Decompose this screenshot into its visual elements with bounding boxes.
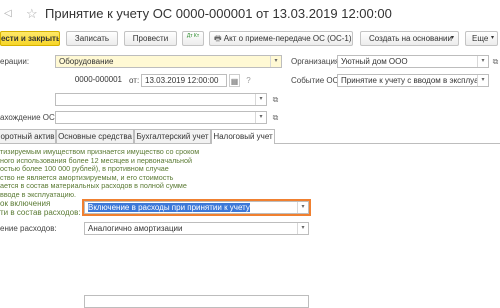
chevron-down-icon[interactable]: ▾: [297, 223, 308, 234]
chevron-down-icon[interactable]: ▾: [477, 75, 488, 86]
event-value: Принятие к учету с вводом в эксплуатацию: [341, 76, 489, 85]
print-act-label: Акт о приеме-передаче ОС (ОС-1): [223, 34, 352, 43]
tax-info-text: тизируемым имуществом признается имущест…: [0, 147, 200, 200]
post-button[interactable]: Провести: [124, 31, 177, 46]
expense-value: Аналогично амортизации: [88, 224, 183, 233]
tab-accounting[interactable]: Бухгалтерский учет: [134, 129, 211, 143]
number-value: 0000-000001: [74, 75, 122, 84]
dropdown-arrow-icon: ▾: [450, 35, 454, 41]
open-link-icon[interactable]: ⧉: [270, 93, 281, 106]
organization-select[interactable]: Уютный дом ООО ▾: [337, 55, 489, 68]
expense-label: ение расходов:: [0, 224, 57, 233]
chevron-down-icon[interactable]: ▾: [297, 202, 308, 213]
open-link-icon[interactable]: ⧉: [490, 55, 500, 68]
post-and-close-button[interactable]: ести и закрыть: [0, 31, 60, 46]
more-button[interactable]: Еще ▾: [465, 31, 498, 46]
tab-tax-accounting[interactable]: Налоговый учет: [211, 129, 275, 144]
responsible-select[interactable]: ▾: [55, 93, 267, 106]
tab-fixed-assets[interactable]: Основные средства: [56, 129, 134, 143]
create-based-on-label: Создать на основании: [369, 34, 452, 43]
operation-label: ерации:: [0, 57, 30, 66]
number-field[interactable]: 0000-000001: [55, 74, 125, 87]
create-based-on-button[interactable]: Создать на основании ▾: [360, 31, 459, 46]
date-field[interactable]: 13.03.2019 12:00:00: [141, 74, 227, 87]
order-label: ок включения ти в состав расходов:: [0, 199, 81, 217]
printer-icon: 🖶: [214, 34, 222, 43]
date-label: от:: [129, 76, 140, 85]
help-icon[interactable]: ?: [243, 74, 254, 87]
expense-select[interactable]: Аналогично амортизации ▾: [84, 222, 309, 235]
organization-value: Уютный дом ООО: [341, 57, 408, 66]
operation-select[interactable]: Оборудование ▾: [55, 55, 282, 68]
location-label: ахождение ОС:: [0, 113, 57, 122]
location-select[interactable]: ▾: [55, 111, 267, 124]
order-label-line: ок включения: [0, 199, 51, 208]
event-label: Событие ОС:: [291, 76, 341, 85]
open-link-icon[interactable]: ⧉: [270, 111, 281, 124]
tab-current-asset[interactable]: оротный актив: [0, 129, 56, 143]
dropdown-arrow-icon: ▾: [490, 35, 494, 41]
date-value: 13.03.2019 12:00:00: [145, 76, 219, 85]
operation-value: Оборудование: [59, 57, 114, 66]
event-select[interactable]: Принятие к учету с вводом в эксплуатацию…: [337, 74, 489, 87]
calendar-icon[interactable]: ▦: [229, 74, 240, 87]
chevron-down-icon[interactable]: ▾: [477, 56, 488, 67]
debit-credit-icon: Дт Кт: [186, 33, 200, 39]
bottom-field[interactable]: [84, 295, 309, 308]
back-arrow-icon[interactable]: ◁: [4, 8, 12, 19]
favorite-star-icon[interactable]: ☆: [26, 6, 38, 22]
page-title: Принятие к учету ОС 0000-000001 от 13.03…: [45, 6, 392, 21]
order-select[interactable]: Включение в расходы при принятии к учету…: [82, 199, 311, 216]
print-act-button[interactable]: 🖶 Акт о приеме-передаче ОС (ОС-1): [209, 31, 353, 46]
organization-label: Организация:: [291, 57, 342, 66]
chevron-down-icon[interactable]: ▾: [270, 56, 281, 67]
more-label: Еще: [472, 34, 489, 43]
order-label-line: ти в состав расходов:: [0, 208, 81, 217]
debit-credit-button[interactable]: Дт Кт: [182, 31, 204, 46]
chevron-down-icon[interactable]: ▾: [255, 112, 266, 123]
save-button[interactable]: Записать: [66, 31, 118, 46]
order-value: Включение в расходы при принятии к учету: [88, 203, 250, 212]
chevron-down-icon[interactable]: ▾: [255, 94, 266, 105]
